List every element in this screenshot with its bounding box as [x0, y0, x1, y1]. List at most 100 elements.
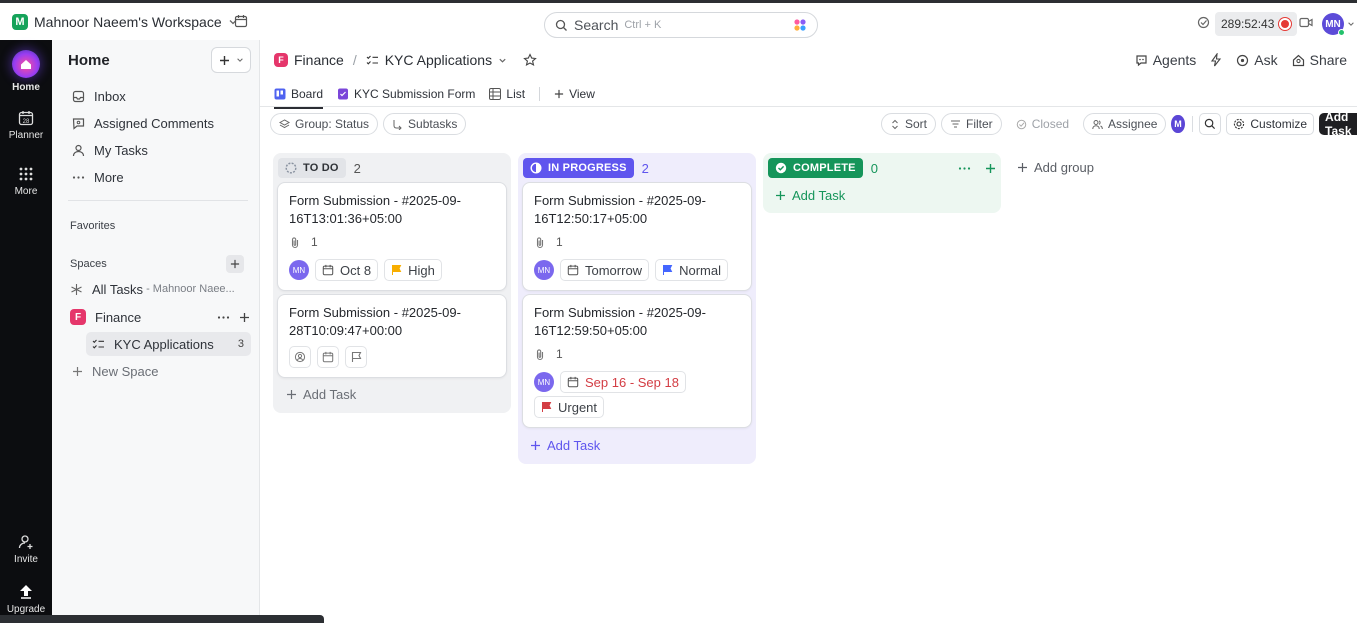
- add-group-button[interactable]: Add group: [1017, 160, 1094, 175]
- sidebar-item-inbox[interactable]: Inbox: [72, 84, 126, 108]
- column-header: IN PROGRESS 2: [523, 158, 649, 178]
- share-users-icon: [1292, 54, 1305, 67]
- due-date-chip[interactable]: Tomorrow: [560, 259, 650, 281]
- priority-chip[interactable]: High: [384, 259, 442, 281]
- filter-button[interactable]: Filter: [941, 113, 1002, 135]
- due-date-chip[interactable]: Sep 16 - Sep 18: [560, 371, 686, 393]
- assign-user-icon[interactable]: [289, 346, 311, 368]
- search-bar[interactable]: Search Ctrl + K: [544, 12, 818, 38]
- paperclip-icon: [534, 348, 546, 361]
- assignee-button[interactable]: Assignee: [1083, 113, 1167, 135]
- ellipsis-icon: [72, 171, 85, 184]
- share-button[interactable]: Share: [1292, 52, 1347, 68]
- sidebar-item-my-tasks[interactable]: My Tasks: [72, 138, 148, 162]
- link-preview-bar: [0, 615, 324, 623]
- rail-home[interactable]: Home: [0, 50, 52, 93]
- set-date-icon[interactable]: [317, 346, 339, 368]
- sidebar-item-all-tasks[interactable]: All Tasks - Mahnoor Naee...: [70, 277, 235, 301]
- search-tasks-button[interactable]: [1199, 113, 1222, 135]
- add-task-in-progress[interactable]: Add Task: [530, 438, 600, 453]
- assignee-avatar[interactable]: MN: [534, 372, 554, 392]
- sidebar-item-more[interactable]: More: [72, 165, 124, 189]
- tab-add-view[interactable]: View: [554, 80, 595, 108]
- user-avatar: MN: [1322, 13, 1345, 36]
- board-column-todo: TO DO 2 Form Submission - #2025-09-16T13…: [273, 153, 511, 413]
- time-tracker[interactable]: 289:52:43: [1215, 12, 1298, 36]
- tab-board[interactable]: Board: [274, 80, 324, 109]
- add-space-icon[interactable]: [226, 255, 244, 273]
- task-card[interactable]: Form Submission - #2025-09-16T13:01:36+0…: [277, 182, 507, 291]
- divider: [260, 106, 1357, 107]
- due-date-chip[interactable]: Oct 8: [315, 259, 379, 281]
- tab-kyc-submission-form[interactable]: KYC Submission Form: [337, 80, 475, 108]
- column-count: 2: [641, 160, 649, 176]
- breadcrumb-list[interactable]: KYC Applications: [385, 52, 492, 68]
- status-badge[interactable]: COMPLETE: [768, 158, 863, 178]
- chevron-down-icon[interactable]: [498, 56, 507, 65]
- left-rail: Home 28 Planner More Invite Upgrade: [0, 40, 52, 623]
- user-menu[interactable]: MN: [1322, 13, 1355, 36]
- assignee-avatar[interactable]: MN: [534, 260, 554, 280]
- sidebar-item-assigned-comments[interactable]: Assigned Comments: [72, 111, 214, 135]
- breadcrumb-space[interactable]: Finance: [294, 52, 344, 68]
- sidebar-item-finance[interactable]: F Finance: [70, 305, 250, 329]
- flag-normal-icon: [662, 264, 673, 276]
- spaces-heading: Spaces: [70, 258, 107, 270]
- rail-more[interactable]: More: [0, 166, 52, 197]
- group-by-button[interactable]: Group: Status: [270, 113, 379, 135]
- priority-chip[interactable]: Normal: [655, 259, 728, 281]
- star-icon[interactable]: [523, 53, 537, 67]
- closed-toggle[interactable]: Closed: [1006, 113, 1079, 135]
- add-task-complete[interactable]: Add Task: [775, 188, 845, 203]
- subtasks-button[interactable]: Subtasks: [383, 113, 467, 135]
- video-icon[interactable]: [1299, 17, 1313, 28]
- calendar-icon[interactable]: [234, 14, 248, 28]
- ellipsis-icon[interactable]: [217, 311, 230, 324]
- sort-button[interactable]: Sort: [881, 113, 937, 135]
- task-title: Form Submission - #2025-09-28T10:09:47+0…: [289, 305, 461, 338]
- plus-icon[interactable]: [985, 163, 996, 174]
- list-check-icon: [92, 338, 105, 351]
- check-circle-icon[interactable]: [1197, 16, 1210, 29]
- customize-button[interactable]: Customize: [1226, 113, 1315, 135]
- ai-brain-icon[interactable]: [793, 18, 807, 32]
- task-card[interactable]: Form Submission - #2025-09-28T10:09:47+0…: [277, 294, 507, 378]
- divider: [68, 200, 248, 201]
- priority-chip[interactable]: Urgent: [534, 396, 605, 418]
- assignee-avatar[interactable]: MN: [289, 260, 309, 280]
- home-icon: [12, 50, 40, 78]
- stop-timer-icon[interactable]: [1279, 18, 1292, 30]
- workspace-name: Mahnoor Naeem's Workspace: [34, 13, 222, 30]
- plus-icon[interactable]: [239, 312, 250, 323]
- rail-invite[interactable]: Invite: [0, 534, 52, 565]
- ellipsis-icon[interactable]: [958, 162, 971, 175]
- ask-button[interactable]: Ask: [1236, 52, 1278, 68]
- task-card[interactable]: Form Submission - #2025-09-16T12:50:17+0…: [522, 182, 752, 291]
- rail-upgrade[interactable]: Upgrade: [0, 584, 52, 615]
- plus-icon: [219, 55, 230, 66]
- agents-button[interactable]: Agents: [1135, 52, 1196, 68]
- task-card[interactable]: Form Submission - #2025-09-16T12:59:50+0…: [522, 294, 752, 428]
- calendar-icon: [322, 264, 334, 276]
- sidebar-title: Home: [68, 52, 110, 69]
- status-badge[interactable]: TO DO: [278, 158, 346, 178]
- me-filter-avatar[interactable]: M: [1171, 115, 1185, 133]
- rail-planner[interactable]: 28 Planner: [0, 110, 52, 141]
- sidebar-item-new-space[interactable]: New Space: [72, 359, 158, 383]
- svg-text:28: 28: [23, 119, 30, 125]
- column-header: TO DO 2: [278, 158, 361, 178]
- set-priority-flag-icon[interactable]: [345, 346, 367, 368]
- toolbar-right: Sort Filter Closed Assignee M Customize …: [881, 110, 1357, 138]
- add-task-todo[interactable]: Add Task: [286, 387, 356, 402]
- add-task-button[interactable]: Add Task: [1319, 110, 1357, 138]
- workspace-switcher[interactable]: M Mahnoor Naeem's Workspace: [10, 9, 240, 35]
- favorites-heading[interactable]: Favorites: [70, 220, 115, 232]
- calendar-icon: [567, 264, 579, 276]
- lightning-icon[interactable]: [1210, 53, 1222, 67]
- status-badge[interactable]: IN PROGRESS: [523, 158, 634, 178]
- task-meta: MN Sep 16 - Sep 18: [534, 371, 686, 393]
- task-meta: [289, 346, 367, 368]
- paperclip-icon: [289, 236, 301, 249]
- sidebar-create-button[interactable]: [211, 47, 251, 73]
- tab-list[interactable]: List: [489, 80, 525, 108]
